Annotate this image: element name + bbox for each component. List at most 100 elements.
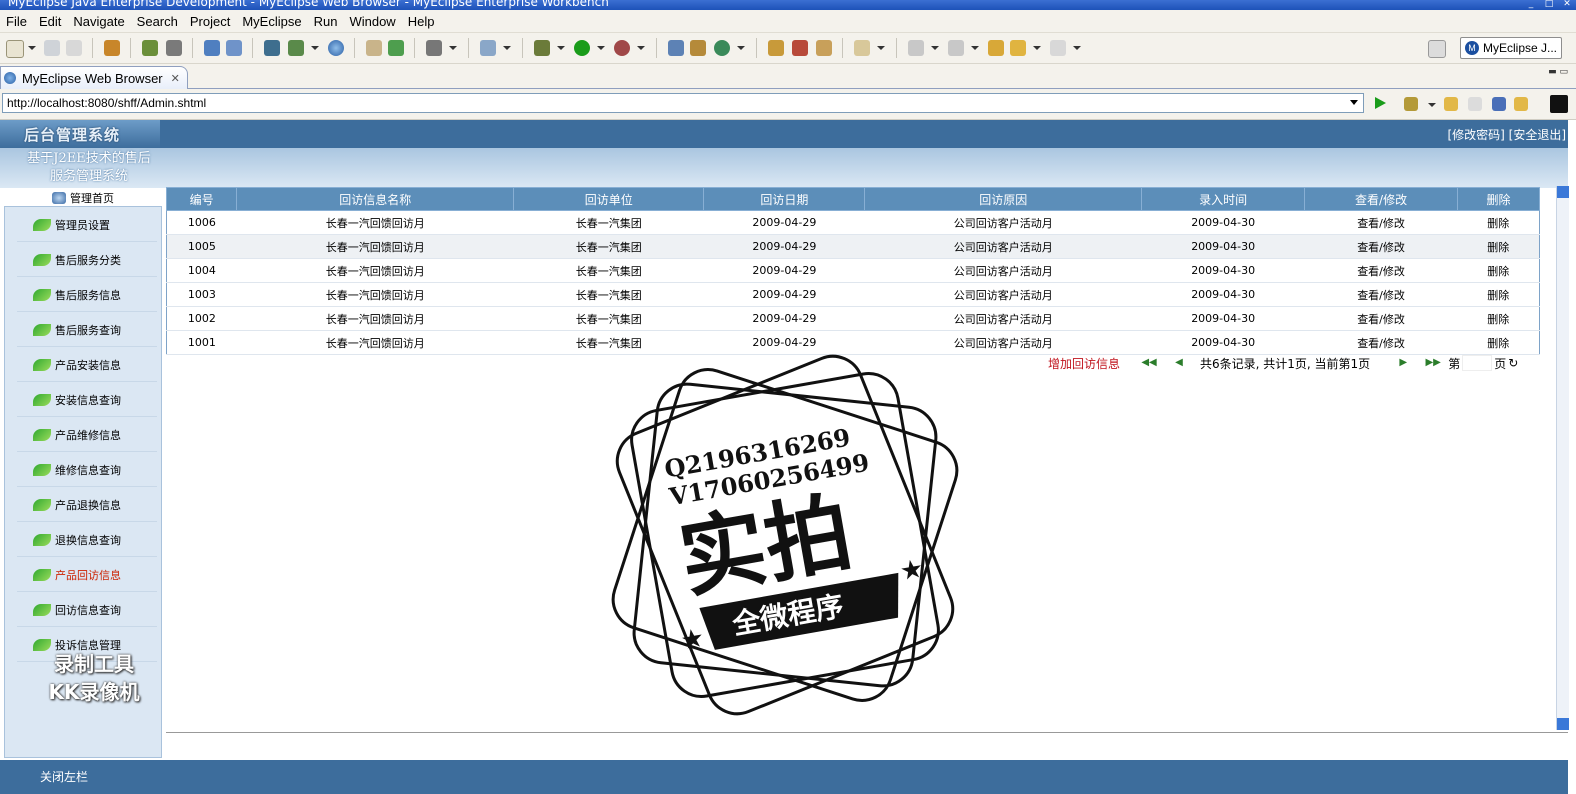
view-edit-link[interactable]: 查看/修改	[1304, 210, 1458, 235]
home-link[interactable]: 管理首页	[52, 190, 114, 206]
close-icon[interactable]: ✕	[1558, 0, 1576, 10]
next-page-icon[interactable]: ▶	[1394, 357, 1412, 369]
sidebar-item-repair-info[interactable]: 产品维修信息	[17, 419, 157, 452]
add-visit-link[interactable]: 增加回访信息	[1048, 355, 1120, 372]
sidebar-item-return-query[interactable]: 退换信息查询	[17, 524, 157, 557]
menu-file[interactable]: File	[0, 14, 33, 29]
sidebar-item-install-query[interactable]: 安装信息查询	[17, 384, 157, 417]
view-edit-link[interactable]: 查看/修改	[1304, 258, 1458, 283]
globe-icon[interactable]	[328, 40, 344, 56]
chevron-down-icon[interactable]	[503, 46, 511, 50]
last-edit-icon[interactable]	[988, 40, 1004, 56]
rocket-icon[interactable]	[792, 40, 808, 56]
next-annotation-icon[interactable]	[908, 40, 924, 56]
wizard-icon[interactable]	[204, 40, 220, 56]
close-tab-icon[interactable]: ✕	[171, 72, 180, 85]
menu-myeclipse[interactable]: MyEclipse	[236, 14, 307, 29]
view-edit-link[interactable]: 查看/修改	[1304, 234, 1458, 259]
package-icon[interactable]	[104, 40, 120, 56]
menu-window[interactable]: Window	[343, 14, 401, 29]
chevron-down-icon[interactable]	[931, 46, 939, 50]
menu-navigate[interactable]: Navigate	[67, 14, 130, 29]
minimize-view-icon[interactable]: ▬ ▭	[1548, 67, 1568, 77]
refresh-icon[interactable]	[714, 40, 730, 56]
connect-icon[interactable]	[768, 40, 784, 56]
go-icon[interactable]	[1375, 97, 1386, 109]
add-icon[interactable]	[388, 40, 404, 56]
task-icon[interactable]	[480, 40, 496, 56]
run-icon[interactable]	[574, 40, 590, 56]
forward-arrow-icon[interactable]	[1050, 40, 1066, 56]
prev-annotation-icon[interactable]	[948, 40, 964, 56]
back-arrow-icon[interactable]	[1010, 40, 1026, 56]
search-icon[interactable]	[226, 40, 242, 56]
chevron-down-icon[interactable]	[28, 46, 36, 50]
menu-search[interactable]: Search	[131, 14, 184, 29]
chevron-down-icon[interactable]	[1428, 103, 1436, 107]
delete-link[interactable]: 删除	[1457, 330, 1540, 355]
sidebar-item-visit-info[interactable]: 产品回访信息	[17, 559, 157, 592]
view-edit-link[interactable]: 查看/修改	[1304, 282, 1458, 307]
print-icon[interactable]	[66, 40, 82, 56]
delete-link[interactable]: 删除	[1457, 234, 1540, 259]
chevron-down-icon[interactable]	[597, 46, 605, 50]
sidebar-item-admin-settings[interactable]: 管理员设置	[17, 209, 157, 242]
folder-icon[interactable]	[854, 40, 870, 56]
open-folder-icon[interactable]	[366, 40, 382, 56]
deploy-icon[interactable]	[264, 40, 280, 56]
chevron-down-icon[interactable]	[737, 46, 745, 50]
chevron-down-icon[interactable]	[637, 46, 645, 50]
chevron-down-icon[interactable]	[971, 46, 979, 50]
debug-icon[interactable]	[142, 40, 158, 56]
chevron-down-icon[interactable]	[449, 46, 457, 50]
menu-help[interactable]: Help	[402, 14, 441, 29]
maximize-icon[interactable]: □	[1540, 0, 1558, 10]
forward-icon[interactable]	[1468, 97, 1482, 111]
new-icon[interactable]	[6, 40, 24, 58]
scroll-down-icon[interactable]	[1557, 718, 1569, 730]
chevron-down-icon[interactable]	[1033, 46, 1041, 50]
hierarchy-icon[interactable]	[668, 40, 684, 56]
perspective-switcher[interactable]: M MyEclipse J...	[1460, 37, 1562, 59]
first-page-icon[interactable]: ◀◀	[1140, 357, 1158, 369]
sidebar-item-service-query[interactable]: 售后服务查询	[17, 314, 157, 347]
mail-icon[interactable]	[816, 40, 832, 56]
sidebar-item-service-info[interactable]: 售后服务信息	[17, 279, 157, 312]
chevron-down-icon[interactable]	[311, 46, 319, 50]
class-icon[interactable]	[690, 40, 706, 56]
last-page-icon[interactable]: ▶▶	[1424, 357, 1442, 369]
open-perspective-icon[interactable]	[1428, 40, 1446, 58]
menu-project[interactable]: Project	[184, 14, 236, 29]
chevron-down-icon[interactable]	[1073, 46, 1081, 50]
page-scrollbar[interactable]	[1556, 186, 1569, 730]
header-links[interactable]: [修改密码] [安全退出]	[1447, 126, 1566, 143]
sidebar-item-visit-query[interactable]: 回访信息查询	[17, 594, 157, 627]
sidebar-item-return-info[interactable]: 产品退换信息	[17, 489, 157, 522]
save-icon[interactable]	[44, 40, 60, 56]
minimize-icon[interactable]: _	[1522, 0, 1540, 10]
stop-icon[interactable]	[1492, 97, 1506, 111]
close-sidebar-link[interactable]: 关闭左栏	[40, 768, 88, 785]
delete-link[interactable]: 删除	[1457, 306, 1540, 331]
menu-run[interactable]: Run	[308, 14, 344, 29]
server-icon[interactable]	[166, 40, 182, 56]
view-edit-link[interactable]: 查看/修改	[1304, 330, 1458, 355]
publish-icon[interactable]	[288, 40, 304, 56]
delete-link[interactable]: 删除	[1457, 258, 1540, 283]
console-icon[interactable]	[1550, 95, 1568, 113]
delete-link[interactable]: 删除	[1457, 282, 1540, 307]
sidebar-item-service-category[interactable]: 售后服务分类	[17, 244, 157, 277]
prev-page-icon[interactable]: ◀	[1170, 357, 1188, 369]
chevron-down-icon[interactable]	[557, 46, 565, 50]
sidebar-item-install-info[interactable]: 产品安装信息	[17, 349, 157, 382]
url-input[interactable]: http://localhost:8080/shff/Admin.shtml	[2, 93, 1364, 113]
favorites-icon[interactable]	[1404, 97, 1418, 111]
bug-icon[interactable]	[534, 40, 550, 56]
back-icon[interactable]	[1444, 97, 1458, 111]
refresh-icon[interactable]	[1514, 97, 1528, 111]
page-number-input[interactable]	[1462, 355, 1493, 371]
view-edit-link[interactable]: 查看/修改	[1304, 306, 1458, 331]
scroll-up-icon[interactable]	[1557, 186, 1569, 198]
chevron-down-icon[interactable]	[877, 46, 885, 50]
external-tools-icon[interactable]	[614, 40, 630, 56]
